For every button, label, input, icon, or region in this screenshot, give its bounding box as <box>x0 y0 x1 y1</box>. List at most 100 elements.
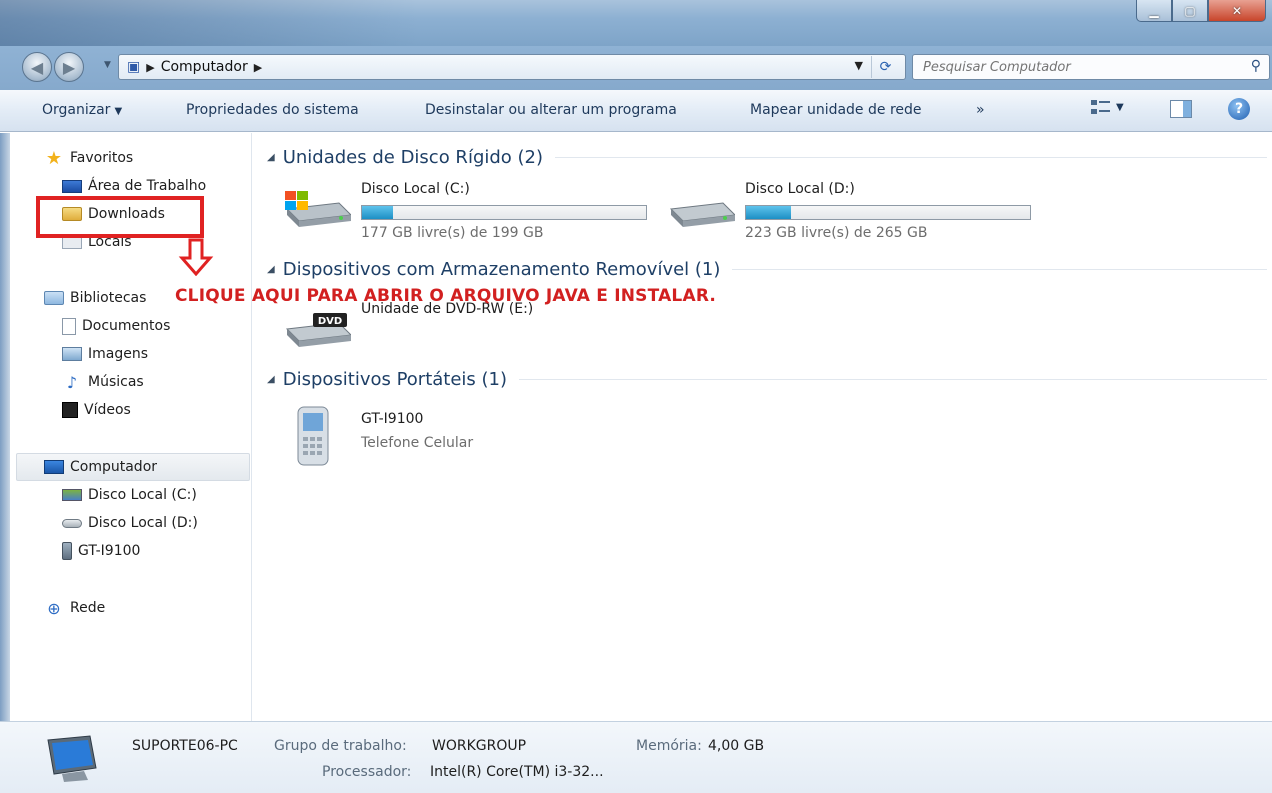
sidebar-item-bibliotecas[interactable]: Bibliotecas <box>44 287 146 309</box>
organize-menu[interactable]: Organizar ▼ <box>42 102 122 118</box>
window-controls: ▁ ▢ ✕ <box>1136 0 1266 22</box>
memory-value: 4,00 GB <box>708 738 765 754</box>
drive-c[interactable]: Disco Local (C:) 177 GB livre(s) de 199 … <box>281 181 661 245</box>
refresh-icon[interactable]: ⟳ <box>871 56 899 78</box>
sidebar-item-area-de-trabalho[interactable]: Área de Trabalho <box>62 175 206 197</box>
desktop-icon <box>62 179 82 193</box>
sidebar-item-videos[interactable]: Vídeos <box>62 399 131 421</box>
workgroup-label: Grupo de trabalho: <box>274 738 407 754</box>
sidebar-item-label: Bibliotecas <box>70 290 147 306</box>
sidebar-item-rede[interactable]: ⊕ Rede <box>44 597 105 619</box>
sidebar-item-gt-i9100[interactable]: GT-I9100 <box>62 540 140 562</box>
map-network-drive-button[interactable]: Mapear unidade de rede <box>750 102 922 118</box>
drive-d[interactable]: Disco Local (D:) 223 GB livre(s) de 265 … <box>665 181 1045 245</box>
document-icon <box>62 317 76 335</box>
drive-name: Disco Local (D:) <box>745 181 855 197</box>
chevron-right-icon[interactable]: ▶ <box>146 61 154 74</box>
forward-button[interactable]: ▶ <box>54 52 84 82</box>
system-properties-button[interactable]: Propriedades do sistema <box>186 102 359 118</box>
drive-usage-fill <box>362 206 394 219</box>
group-removable[interactable]: ◢ Dispositivos com Armazenamento Removív… <box>267 257 1267 281</box>
dvd-badge: DVD <box>318 316 342 327</box>
search-input[interactable] <box>913 59 1223 75</box>
group-hard-drives[interactable]: ◢ Unidades de Disco Rígido (2) <box>267 145 1267 169</box>
sidebar-item-label: GT-I9100 <box>78 543 141 559</box>
drive-usage-bar <box>361 205 647 220</box>
breadcrumb-computador[interactable]: Computador <box>161 59 248 75</box>
network-icon: ⊕ <box>47 598 61 618</box>
group-title: Dispositivos Portáteis (1) <box>282 368 508 390</box>
maximize-button[interactable]: ▢ <box>1172 0 1208 22</box>
collapse-triangle-icon[interactable]: ◢ <box>267 264 275 275</box>
memory-label: Memória: <box>636 738 702 754</box>
change-view-icon[interactable] <box>1090 98 1112 118</box>
dvd-drive-icon: DVD <box>285 313 351 347</box>
more-commands-button[interactable]: » <box>976 102 985 118</box>
windows-drive-icon <box>62 489 82 501</box>
pictures-icon <box>62 347 82 361</box>
sidebar-item-musicas[interactable]: ♪ Músicas <box>62 371 144 393</box>
preview-pane-icon[interactable] <box>1170 100 1192 118</box>
star-icon: ★ <box>45 147 63 169</box>
computer-icon <box>44 460 64 474</box>
hard-drive-icon <box>669 202 735 227</box>
chevron-down-icon[interactable]: ▼ <box>1116 102 1124 113</box>
annotation-instruction: CLIQUE AQUI PARA ABRIR O ARQUIVO JAVA E … <box>175 286 717 306</box>
sidebar-item-label: Imagens <box>88 346 149 362</box>
computer-name: SUPORTE06-PC <box>132 738 238 754</box>
group-title: Unidades de Disco Rígido (2) <box>282 146 544 168</box>
phone-icon <box>297 406 329 466</box>
computer-icon <box>47 735 97 782</box>
sidebar-item-label: Músicas <box>88 374 144 390</box>
sidebar-item-label: Vídeos <box>84 402 131 418</box>
recent-pages-dropdown[interactable]: ▼ <box>104 60 111 70</box>
sidebar-item-label: Favoritos <box>70 150 134 166</box>
drive-usage-bar <box>745 205 1031 220</box>
organize-label: Organizar <box>42 102 111 118</box>
command-bar: Organizar ▼ Propriedades do sistema Desin… <box>0 90 1272 132</box>
drive-usage-fill <box>746 206 792 219</box>
sidebar-item-label: Disco Local (D:) <box>88 515 198 531</box>
sidebar-item-label: Disco Local (C:) <box>88 487 197 503</box>
sidebar-item-imagens[interactable]: Imagens <box>62 343 148 365</box>
device-name: GT-I9100 <box>361 411 424 427</box>
music-note-icon: ♪ <box>66 372 78 392</box>
back-button[interactable]: ◀ <box>22 52 52 82</box>
address-history-dropdown[interactable]: ▼ <box>855 59 863 72</box>
help-icon[interactable]: ? <box>1228 98 1250 120</box>
group-title: Dispositivos com Armazenamento Removível… <box>282 258 721 280</box>
phone-icon <box>62 542 72 560</box>
dvd-drive[interactable]: DVD Unidade de DVD-RW (E:) <box>281 301 621 357</box>
search-box[interactable]: ⚲ <box>912 54 1270 80</box>
title-bar: ▁ ▢ ✕ <box>0 0 1272 46</box>
computer-icon: ▣ <box>127 59 141 75</box>
device-type: Telefone Celular <box>361 435 474 451</box>
sidebar-item-label: Área de Trabalho <box>88 178 207 194</box>
portable-device[interactable]: GT-I9100 Telefone Celular <box>281 406 621 471</box>
collapse-triangle-icon[interactable]: ◢ <box>267 152 275 163</box>
annotation-highlight-box <box>36 196 204 238</box>
workgroup-value: WORKGROUP <box>432 738 527 754</box>
processor-label: Processador: <box>322 764 412 780</box>
drive-name: Disco Local (C:) <box>361 181 470 197</box>
sidebar-item-disco-d[interactable]: Disco Local (D:) <box>62 512 198 534</box>
annotation-arrow-icon <box>178 238 214 276</box>
explorer-window: ▁ ▢ ✕ ◀ ▶ ▼ ▣ ▶ Computador ▶ ▼ ⟳ ⚲ Organ… <box>0 0 1272 793</box>
content-pane: ◢ Unidades de Disco Rígido (2) Disco Loc… <box>255 133 1272 721</box>
search-icon[interactable]: ⚲ <box>1251 58 1261 74</box>
film-icon <box>62 402 78 418</box>
uninstall-program-button[interactable]: Desinstalar ou alterar um programa <box>425 102 677 118</box>
chevron-right-icon[interactable]: ▶ <box>254 61 262 74</box>
address-bar[interactable]: ▣ ▶ Computador ▶ ▼ ⟳ <box>118 54 906 80</box>
drive-free-space: 177 GB livre(s) de 199 GB <box>361 225 544 241</box>
close-button[interactable]: ✕ <box>1208 0 1266 22</box>
group-portable[interactable]: ◢ Dispositivos Portáteis (1) <box>267 367 1267 391</box>
sidebar-item-documentos[interactable]: Documentos <box>62 315 170 337</box>
sidebar-item-computador[interactable]: Computador <box>44 456 157 478</box>
sidebar-item-favoritos[interactable]: ★ Favoritos <box>44 147 133 169</box>
minimize-button[interactable]: ▁ <box>1136 0 1172 22</box>
collapse-triangle-icon[interactable]: ◢ <box>267 374 275 385</box>
sidebar-item-disco-c[interactable]: Disco Local (C:) <box>62 484 197 506</box>
drive-free-space: 223 GB livre(s) de 265 GB <box>745 225 928 241</box>
processor-value: Intel(R) Core(TM) i3-32... <box>430 764 604 780</box>
